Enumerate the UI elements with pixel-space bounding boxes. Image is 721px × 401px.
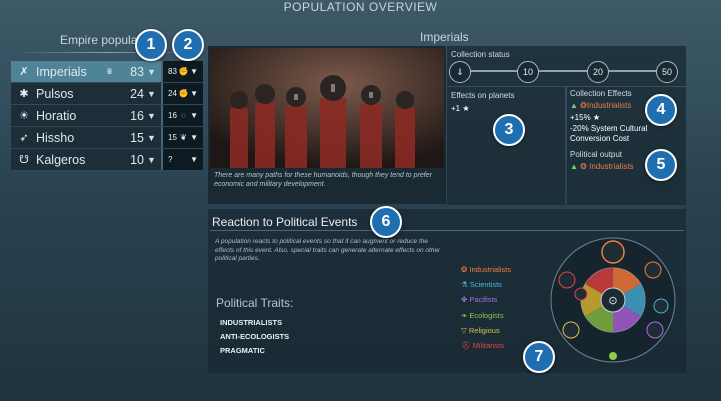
fist-icon: ✊ — [178, 67, 189, 76]
crown-icon: ♛ — [106, 67, 114, 76]
row-count: 15 — [130, 130, 144, 145]
empire-population-list: ✗ Imperials ♛ 83 ▼ 83 ✊ ▼ ✱ Pulsos 24 ▼ 24… — [11, 61, 203, 171]
callout-badge-4: 4 — [645, 94, 677, 126]
trait-cell: 24 ✊ ▼ — [161, 83, 203, 104]
effects-on-planets-label: Effects on planets — [451, 91, 515, 100]
reaction-description: A population reacts to political events … — [215, 238, 441, 262]
gear-icon: ❂ — [461, 265, 468, 274]
row-count: 10 — [130, 152, 144, 167]
legend-militarists: ⛑ Militarists — [461, 341, 504, 351]
faction-legend: ❂ Industrialists ⚗ Scientists ✤ Pacifist… — [461, 262, 511, 353]
reaction-divider — [210, 230, 684, 231]
arrow-icon: ▼ — [190, 155, 198, 164]
political-traits-list: INDUSTRIALISTS ANTI-ECOLOGISTS PRAGMATIC — [220, 316, 289, 358]
arrow-icon: ▼ — [190, 133, 198, 142]
arrow-down-icon: ▼ — [147, 132, 156, 143]
claw-icon: ☋ — [19, 154, 29, 166]
up-arrow-icon: ▲ — [570, 101, 578, 110]
heading-divider — [14, 52, 200, 53]
flask-icon: ⚗ — [461, 280, 468, 290]
collection-track — [460, 70, 672, 72]
callout-badge-5: 5 — [645, 149, 677, 181]
callout-badge-6: 6 — [370, 206, 402, 238]
collection-effects-bonus: +15% ★ — [570, 113, 601, 122]
political-wheel: ⊙ — [543, 236, 683, 371]
empire-row-hissho[interactable]: ➶ Hissho 15 ▼ 15 ❦ ▼ — [11, 127, 203, 149]
arrow-down-icon: ▼ — [147, 110, 156, 121]
banner-icon: ✗ — [19, 66, 29, 78]
trait-count: 15 — [168, 133, 177, 142]
trait-item: PRAGMATIC — [220, 346, 265, 355]
threshold-50: 50 — [656, 61, 678, 83]
collection-effects-cost: -20% System Cultural Conversion Cost — [570, 124, 648, 143]
arrow-down-icon: ▼ — [147, 66, 156, 77]
arrow-icon: ▼ — [190, 111, 198, 120]
row-count: 83 — [130, 64, 144, 79]
trait-cell: 16 ◌ ▼ — [161, 105, 203, 126]
reaction-title: Reaction to Political Events — [212, 215, 358, 229]
callout-badge-1: 1 — [135, 29, 167, 61]
trait-cell: ? ▼ — [161, 149, 203, 170]
leaf-icon: ❧ — [461, 310, 468, 320]
leaf-icon: ❦ — [180, 133, 187, 142]
callout-badge-3: 3 — [493, 114, 525, 146]
fist-icon: ✊ — [178, 89, 189, 98]
triangle-icon: ▽ — [461, 325, 467, 335]
gear-icon: ❂ — [580, 101, 587, 110]
spark-icon: ✱ — [19, 88, 29, 100]
wing-icon: ➶ — [19, 132, 29, 144]
collection-effects-faction: ▲ ❂Industrialists — [570, 101, 632, 110]
trait-cell: 83 ✊ ▼ — [161, 61, 203, 82]
portrait-caption: There are many paths for these humanoids… — [214, 172, 432, 188]
download-icon: ⇓ — [449, 61, 471, 83]
threshold-10: 10 — [517, 61, 539, 83]
swirl-icon: ◌ — [181, 111, 186, 120]
effects-on-planets-value: +1 ★ — [451, 104, 470, 113]
callout-badge-7: 7 — [523, 341, 555, 373]
callout-badge-2: 2 — [172, 29, 204, 61]
empire-row-kalgeros[interactable]: ☋ Kalgeros 10 ▼ ? ▼ — [11, 149, 203, 171]
trait-item: INDUSTRIALISTS — [220, 318, 283, 327]
svg-text:⊙: ⊙ — [608, 294, 617, 307]
political-output-faction: ▲ ❂ Industrialists — [570, 162, 634, 171]
legend-religious: ▽ Religious — [461, 325, 500, 335]
empire-row-horatio[interactable]: ☀ Horatio 16 ▼ 16 ◌ ▼ — [11, 105, 203, 127]
trait-item: ANTI-ECOLOGISTS — [220, 332, 290, 341]
row-count: 24 — [130, 86, 144, 101]
trait-count: 16 — [168, 111, 177, 120]
political-traits-label: Political Traits: — [216, 296, 294, 310]
helmet-icon: ⛑ — [461, 341, 471, 351]
trait-count: ? — [168, 155, 173, 164]
collection-status-label: Collection status — [451, 50, 510, 59]
arrow-down-icon: ▼ — [147, 154, 156, 165]
population-name: Imperials — [420, 30, 469, 44]
threshold-20: 20 — [587, 61, 609, 83]
row-count: 16 — [130, 108, 144, 123]
insect-icon: ☀ — [19, 110, 29, 122]
arrow-down-icon: ▼ — [147, 88, 156, 99]
legend-ecologists: ❧ Ecologists — [461, 310, 504, 320]
trait-cell: 15 ❦ ▼ — [161, 127, 203, 148]
up-arrow-icon: ▲ — [570, 162, 578, 171]
dove-icon: ✤ — [461, 295, 468, 305]
row-name: Horatio — [36, 108, 77, 123]
trait-count: 83 — [168, 67, 177, 76]
trait-count: 24 — [168, 89, 177, 98]
row-name: Hissho — [36, 130, 75, 145]
collection-effects-label: Collection Effects — [570, 89, 632, 98]
legend-scientists: ⚗ Scientists — [461, 280, 502, 290]
row-name: Imperials — [36, 64, 87, 79]
population-portrait — [210, 48, 444, 168]
page-title: POPULATION OVERVIEW — [283, 0, 438, 14]
empire-row-imperials[interactable]: ✗ Imperials ♛ 83 ▼ 83 ✊ ▼ — [11, 61, 203, 83]
legend-pacifists: ✤ Pacifists — [461, 295, 498, 305]
political-output-label: Political output — [570, 150, 623, 159]
empire-row-pulsos[interactable]: ✱ Pulsos 24 ▼ 24 ✊ ▼ — [11, 83, 203, 105]
row-name: Pulsos — [36, 86, 74, 101]
row-name: Kalgeros — [36, 152, 86, 167]
gear-icon: ❂ — [580, 162, 587, 171]
arrow-icon: ▼ — [190, 89, 198, 98]
legend-industrialists: ❂ Industrialists — [461, 265, 512, 274]
arrow-icon: ▼ — [190, 67, 198, 76]
